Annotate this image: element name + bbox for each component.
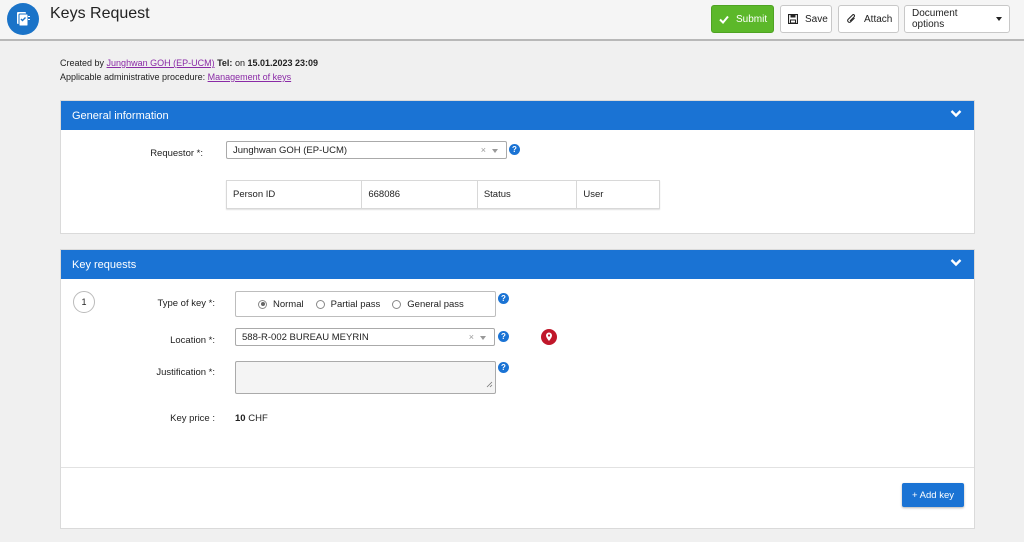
procedure-prefix: Applicable administrative procedure: — [60, 72, 206, 82]
document-options-label: Document options — [912, 8, 958, 30]
justification-textarea[interactable] — [235, 361, 496, 394]
radio-normal-label: Normal — [273, 298, 304, 310]
requestor-value: Junghwan GOH (EP-UCM) — [233, 144, 348, 156]
clear-icon[interactable]: × — [469, 332, 474, 342]
type-of-key-label: Type of key *: — [157, 298, 215, 309]
person-info-table: Person ID 668086 Status User — [226, 180, 660, 209]
location-value: 588-R-002 BUREAU MEYRIN — [242, 331, 369, 343]
chevron-down-icon[interactable] — [950, 109, 962, 121]
key-price-value: 10 CHF — [235, 413, 268, 424]
location-label: Location *: — [170, 335, 215, 346]
created-by-prefix: Created by — [60, 58, 105, 68]
app-document-icon — [7, 3, 39, 35]
key-price-amount: 10 — [235, 413, 246, 424]
procedure-line: Applicable administrative procedure: Man… — [60, 72, 291, 82]
clear-icon[interactable]: × — [481, 145, 486, 155]
justification-label: Justification *: — [156, 367, 215, 378]
requestor-label: Requestor *: — [150, 148, 203, 159]
key-price-currency: CHF — [248, 413, 268, 424]
top-bar: Keys Request Submit Save Attach Document… — [0, 0, 1024, 41]
divider — [61, 467, 974, 468]
resize-grip-icon[interactable] — [486, 380, 493, 391]
radio-general-pass-label: General pass — [407, 298, 464, 310]
status-label: Status — [478, 181, 578, 208]
floppy-disk-icon — [788, 14, 798, 24]
radio-dot[interactable] — [315, 299, 325, 309]
chevron-down-icon[interactable] — [950, 258, 962, 270]
key-request-body: 1 Type of key *: Normal Partial pass Gen… — [61, 279, 974, 529]
checkmark-icon — [719, 15, 729, 24]
general-information-header[interactable]: General information — [61, 101, 974, 130]
creator-link[interactable]: Junghwan GOH (EP-UCM) — [107, 58, 215, 68]
tel-label: Tel: — [217, 58, 233, 68]
type-of-key-radio-group: Normal Partial pass General pass — [235, 291, 496, 317]
radio-dot[interactable] — [392, 299, 402, 309]
attach-button[interactable]: Attach — [838, 5, 899, 33]
save-button[interactable]: Save — [780, 5, 832, 33]
radio-partial-pass[interactable]: Partial pass — [315, 298, 381, 310]
radio-dot-selected[interactable] — [258, 299, 267, 309]
person-id-label: Person ID — [227, 181, 363, 208]
location-select[interactable]: 588-R-002 BUREAU MEYRIN × — [235, 328, 495, 346]
requestor-select[interactable]: Junghwan GOH (EP-UCM) × — [226, 141, 507, 159]
submit-button[interactable]: Submit — [711, 5, 774, 33]
created-by-line: Created by Junghwan GOH (EP-UCM) Tel: on… — [60, 58, 318, 68]
procedure-link[interactable]: Management of keys — [208, 72, 292, 82]
status-value: User — [583, 189, 604, 200]
page-title: Keys Request — [50, 5, 150, 22]
help-icon[interactable]: ? — [498, 331, 509, 342]
attach-label: Attach — [864, 13, 893, 25]
paperclip-icon — [846, 13, 857, 25]
document-options-button[interactable]: Document options — [904, 5, 1010, 33]
radio-partial-pass-label: Partial pass — [330, 298, 381, 310]
key-request-number: 1 — [73, 291, 95, 313]
general-information-title: General information — [72, 109, 169, 122]
caret-down-icon — [492, 149, 498, 153]
key-requests-panel: Key requests 1 Type of key *: Normal Par… — [60, 249, 975, 529]
general-information-panel: General information Requestor *: Junghwa… — [60, 100, 975, 234]
key-requests-header[interactable]: Key requests — [61, 250, 974, 279]
help-icon[interactable]: ? — [498, 362, 509, 373]
radio-normal[interactable]: Normal — [258, 299, 304, 310]
submit-label: Submit — [736, 13, 768, 25]
radio-general-pass[interactable]: General pass — [392, 299, 464, 310]
on-text: on — [234, 58, 245, 68]
help-icon[interactable]: ? — [498, 293, 509, 304]
key-price-label: Key price : — [170, 413, 215, 424]
map-pin-icon[interactable] — [541, 329, 557, 345]
caret-down-icon — [480, 336, 486, 340]
created-datetime: 15.01.2023 23:09 — [247, 58, 319, 68]
caret-down-icon — [996, 17, 1002, 21]
person-id-value: 668086 — [362, 181, 478, 208]
help-icon[interactable]: ? — [509, 144, 520, 155]
key-requests-title: Key requests — [72, 258, 137, 271]
add-key-button[interactable]: + Add key — [902, 483, 964, 507]
save-label: Save — [805, 13, 828, 25]
